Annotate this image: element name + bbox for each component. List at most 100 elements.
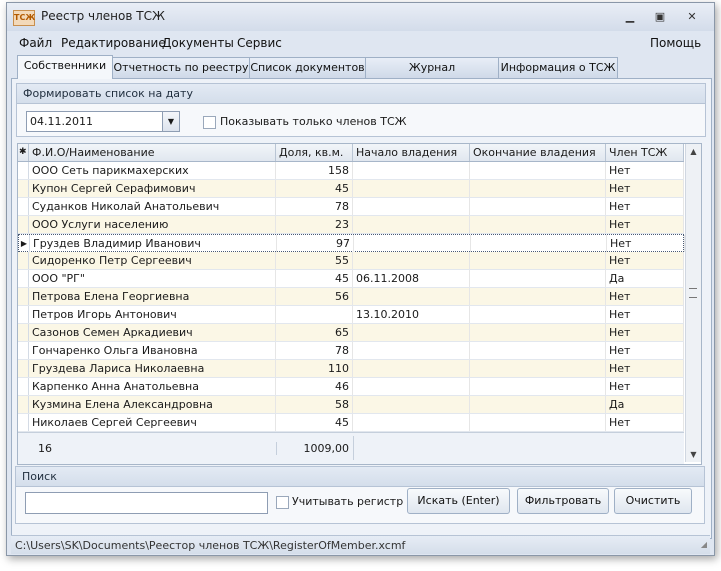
cell-start[interactable]: [354, 235, 471, 252]
cell-end[interactable]: [470, 378, 606, 395]
cell-member[interactable]: Да: [606, 270, 684, 287]
cell-start[interactable]: [353, 324, 470, 341]
table-row[interactable]: Петрова Елена Георгиевна 56 Нет: [18, 288, 684, 306]
table-row[interactable]: ▶ Груздев Владимир Иванович 97 Нет: [18, 234, 685, 252]
cell-start[interactable]: 06.11.2008: [353, 270, 470, 287]
cell-start[interactable]: 13.10.2010: [353, 306, 470, 323]
cell-member[interactable]: Нет: [606, 288, 684, 305]
table-row[interactable]: Купон Сергей Серафимович 45 Нет: [18, 180, 684, 198]
scroll-down-icon[interactable]: ▼: [686, 447, 701, 462]
cell-end[interactable]: [470, 414, 606, 431]
cell-start[interactable]: [353, 414, 470, 431]
cell-share[interactable]: 78: [276, 342, 353, 359]
cell-end[interactable]: [470, 216, 606, 233]
menu-service[interactable]: Сервис: [237, 36, 282, 50]
col-member-header[interactable]: Член ТСЖ: [606, 144, 684, 161]
cell-name[interactable]: Николаев Сергей Сергеевич: [29, 414, 276, 431]
close-button[interactable]: ✕: [683, 9, 701, 25]
cell-share[interactable]: 45: [276, 180, 353, 197]
row-indicator[interactable]: [18, 342, 29, 359]
cell-end[interactable]: [470, 396, 606, 413]
filter-button[interactable]: Фильтровать: [517, 488, 609, 514]
cell-name[interactable]: ООО Услуги населению: [29, 216, 276, 233]
row-indicator[interactable]: [18, 216, 29, 233]
cell-end[interactable]: [470, 288, 606, 305]
vertical-scrollbar[interactable]: ▲ ▼: [685, 144, 701, 462]
cell-name[interactable]: Сидоренко Петр Сергеевич: [29, 252, 276, 269]
cell-share[interactable]: 65: [276, 324, 353, 341]
row-indicator[interactable]: [18, 414, 29, 431]
col-start-header[interactable]: Начало владения: [353, 144, 470, 161]
cell-start[interactable]: [353, 360, 470, 377]
cell-name[interactable]: Груздева Лариса Николаевна: [29, 360, 276, 377]
cell-end[interactable]: [470, 270, 606, 287]
tab-hoa-info[interactable]: Информация о ТСЖ: [498, 57, 618, 78]
cell-end[interactable]: [470, 342, 606, 359]
cell-end[interactable]: [470, 180, 606, 197]
cell-end[interactable]: [470, 162, 606, 179]
row-indicator[interactable]: [18, 198, 29, 215]
cell-name[interactable]: Петрова Елена Георгиевна: [29, 288, 276, 305]
cell-start[interactable]: [353, 378, 470, 395]
search-input[interactable]: [25, 492, 268, 514]
cell-member[interactable]: Нет: [606, 360, 684, 377]
cell-member[interactable]: Нет: [606, 216, 684, 233]
table-row[interactable]: Груздева Лариса Николаевна 110 Нет: [18, 360, 684, 378]
cell-share[interactable]: 23: [276, 216, 353, 233]
cell-name[interactable]: Кузмина Елена Александровна: [29, 396, 276, 413]
tab-document-list[interactable]: Список документов: [249, 57, 366, 78]
col-name-header[interactable]: Ф.И.О/Наименование: [29, 144, 276, 161]
cell-member[interactable]: Нет: [607, 235, 685, 252]
col-share-header[interactable]: Доля, кв.м.: [276, 144, 353, 161]
row-indicator[interactable]: [18, 396, 29, 413]
row-indicator[interactable]: [18, 360, 29, 377]
cell-member[interactable]: Нет: [606, 252, 684, 269]
maximize-button[interactable]: ▣: [651, 9, 669, 25]
row-indicator[interactable]: [18, 180, 29, 197]
cell-name[interactable]: ООО "РГ": [29, 270, 276, 287]
current-row-arrow-icon[interactable]: ▶: [19, 235, 30, 252]
table-row[interactable]: ООО "РГ" 45 06.11.2008 Да: [18, 270, 684, 288]
cell-share[interactable]: 58: [276, 396, 353, 413]
table-row[interactable]: ООО Сеть парикмахерских 158 Нет: [18, 162, 684, 180]
table-row[interactable]: Суданков Николай Анатольевич 78 Нет: [18, 198, 684, 216]
table-row[interactable]: Гончаренко Ольга Ивановна 78 Нет: [18, 342, 684, 360]
cell-start[interactable]: [353, 288, 470, 305]
cell-name[interactable]: Гончаренко Ольга Ивановна: [29, 342, 276, 359]
cell-member[interactable]: Нет: [606, 378, 684, 395]
owners-grid[interactable]: ✱ Ф.И.О/Наименование Доля, кв.м. Начало …: [17, 143, 702, 465]
cell-end[interactable]: [470, 252, 606, 269]
cell-name[interactable]: Карпенко Анна Анатольевна: [29, 378, 276, 395]
cell-start[interactable]: [353, 216, 470, 233]
scroll-up-icon[interactable]: ▲: [686, 144, 701, 159]
cell-share[interactable]: [276, 306, 353, 323]
dropdown-arrow-icon[interactable]: ▼: [162, 112, 179, 131]
cell-name[interactable]: Петров Игорь Антонович: [29, 306, 276, 323]
cell-member[interactable]: Нет: [606, 180, 684, 197]
cell-member[interactable]: Нет: [606, 306, 684, 323]
clear-button[interactable]: Очистить: [614, 488, 692, 514]
cell-start[interactable]: [353, 162, 470, 179]
table-row[interactable]: Карпенко Анна Анатольевна 46 Нет: [18, 378, 684, 396]
tab-owners[interactable]: Собственники: [17, 55, 113, 79]
scroll-thumb-grip[interactable]: [689, 288, 697, 298]
table-row[interactable]: Сазонов Семен Аркадиевич 65 Нет: [18, 324, 684, 342]
cell-start[interactable]: [353, 180, 470, 197]
cell-member[interactable]: Нет: [606, 198, 684, 215]
cell-end[interactable]: [470, 360, 606, 377]
table-row[interactable]: Николаев Сергей Сергеевич 45 Нет: [18, 414, 684, 432]
cell-member[interactable]: Нет: [606, 414, 684, 431]
row-indicator[interactable]: [18, 252, 29, 269]
date-input[interactable]: 04.11.2011 ▼: [26, 111, 180, 132]
cell-share[interactable]: 110: [276, 360, 353, 377]
cell-start[interactable]: [353, 252, 470, 269]
cell-member[interactable]: Нет: [606, 324, 684, 341]
cell-start[interactable]: [353, 342, 470, 359]
table-row[interactable]: Кузмина Елена Александровна 58 Да: [18, 396, 684, 414]
col-end-header[interactable]: Окончание владения: [470, 144, 606, 161]
cell-end[interactable]: [471, 235, 607, 252]
cell-share[interactable]: 97: [277, 235, 354, 252]
menu-documents[interactable]: Документы: [162, 36, 234, 50]
cell-end[interactable]: [470, 324, 606, 341]
row-indicator[interactable]: [18, 162, 29, 179]
